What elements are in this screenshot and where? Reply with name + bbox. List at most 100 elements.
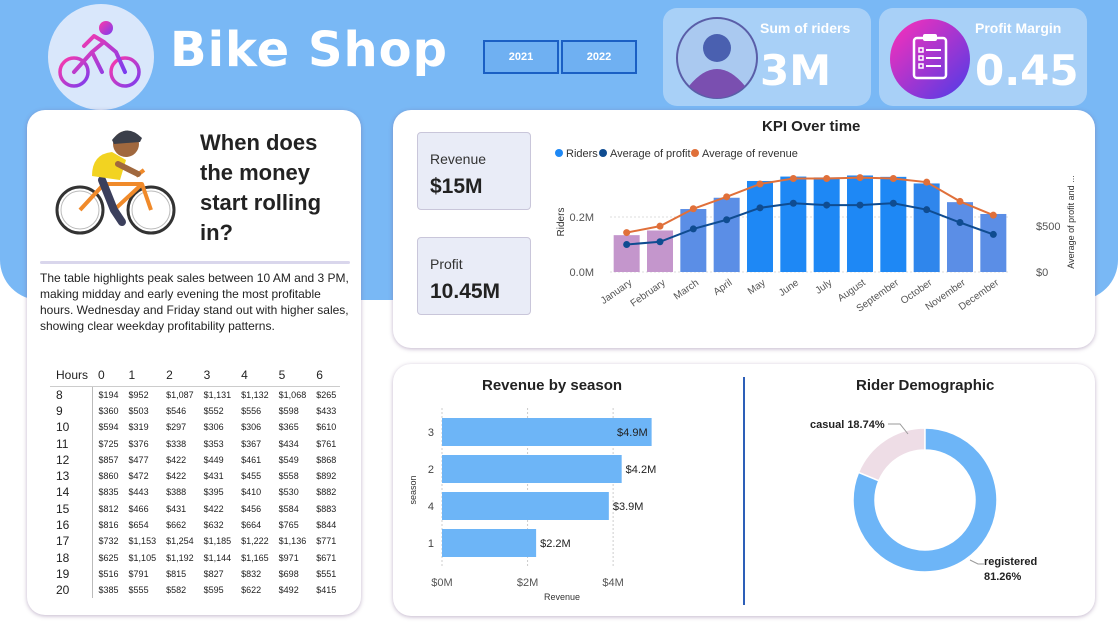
value-cell: $431 (203, 471, 224, 482)
hour-cell: 14 (56, 485, 70, 500)
value-cell: $376 (128, 438, 149, 449)
value-cell: $610 (316, 422, 337, 433)
value-cell: $844 (316, 520, 337, 531)
data-label: $2.2M (540, 538, 571, 550)
table-row: 16 $816 $654 $662 $632 $664 $765 $844 (50, 516, 340, 534)
profit-point (689, 225, 697, 233)
value-cell: $582 (166, 585, 187, 596)
profit-point (756, 204, 764, 212)
y-axis-title: season (408, 475, 418, 504)
value-cell: $1,068 (278, 389, 307, 400)
x-tick-label: $0M (431, 577, 452, 589)
value-cell: $338 (166, 438, 187, 449)
x-tick-label: July (813, 277, 834, 296)
y2-tick-label: $500 (1036, 221, 1060, 233)
year-2021-button[interactable]: 2021 (483, 40, 559, 74)
revenue-stat-box: Revenue $15M (417, 132, 531, 210)
riders-bar (780, 176, 807, 272)
revenue-point (889, 175, 897, 182)
rider-demographic-chart: casual 18.74% registered 81.26% (810, 419, 1037, 583)
value-cell: $388 (166, 487, 187, 498)
value-cell: $555 (128, 585, 149, 596)
value-cell: $306 (203, 422, 224, 433)
value-cell: $725 (91, 435, 123, 452)
revenue-point (623, 229, 631, 237)
riders-bar (947, 202, 973, 272)
casual-label: casual 18.74% (810, 419, 885, 431)
value-cell: $732 (91, 533, 123, 550)
hours-question-heading: When does the money start rolling in? (200, 130, 322, 245)
season-chart-title: Revenue by season (482, 377, 623, 394)
value-cell: $461 (241, 454, 262, 465)
value-cell: $367 (241, 438, 262, 449)
value-cell: $360 (91, 402, 123, 420)
table-corner-header: Hours (50, 368, 93, 387)
value-cell: $477 (128, 454, 149, 465)
profit-point (823, 201, 831, 209)
cyclist-illustration-icon (55, 130, 176, 235)
value-cell: $883 (316, 503, 337, 514)
y2-axis-title: Average of profit and ... (1066, 175, 1076, 268)
table-row: 11 $725 $376 $338 $353 $367 $434 $761 (50, 435, 340, 452)
profit-point (623, 241, 631, 248)
value-cell: $297 (166, 422, 187, 433)
value-cell: $584 (278, 503, 299, 514)
value-cell: $815 (166, 568, 187, 579)
table-row: 9 $360 $503 $546 $552 $556 $598 $433 (50, 402, 340, 420)
column-header: 5 (272, 368, 311, 387)
value-cell: $892 (316, 471, 337, 482)
profit-point (989, 230, 997, 238)
x-tick-label: $2M (517, 577, 538, 589)
value-cell: $1,192 (166, 552, 194, 563)
riders-bar (880, 176, 907, 272)
value-cell: $456 (241, 503, 262, 514)
revenue-point (656, 222, 664, 230)
value-cell: $516 (91, 565, 123, 583)
profit-margin-label: Profit Margin (975, 20, 1062, 36)
value-cell: $466 (128, 503, 149, 514)
revenue-stat-label: Revenue (430, 151, 487, 167)
value-cell: $422 (166, 471, 187, 482)
value-cell: $1,185 (203, 536, 232, 547)
demographic-chart-title: Rider Demographic (856, 377, 995, 394)
hour-cell: 12 (56, 452, 70, 467)
hour-cell: 20 (56, 583, 70, 598)
value-cell: $952 (128, 389, 149, 400)
legend-label: Average of revenue (702, 148, 798, 160)
value-cell: $1,131 (203, 389, 232, 400)
hour-cell: 16 (56, 518, 70, 533)
data-label: $4.2M (626, 464, 657, 476)
column-header: 1 (122, 368, 161, 387)
profit-point (856, 201, 864, 209)
x-tick-label: May (746, 277, 768, 297)
value-cell: $415 (316, 585, 337, 596)
value-cell: $827 (203, 568, 224, 579)
table-row: 14 $835 $443 $388 $395 $410 $530 $882 (50, 484, 340, 501)
value-cell: $552 (203, 405, 224, 416)
registered-value: 81.26% (984, 571, 1022, 583)
value-cell: $472 (128, 471, 149, 482)
profit-point (889, 199, 897, 207)
table-header-row: Hours 0 1 2 3 4 5 6 (50, 368, 341, 387)
value-cell: $492 (278, 585, 299, 596)
value-cell: $455 (241, 471, 262, 482)
season-bar (442, 455, 622, 483)
y-tick-label: 1 (428, 538, 434, 550)
value-cell: $791 (128, 568, 149, 579)
profit-margin-value: 0.45 (975, 46, 1079, 95)
season-bar (442, 529, 537, 557)
value-cell: $1,132 (241, 389, 269, 400)
data-label: $4.9M (617, 427, 648, 439)
hour-cell: 9 (56, 403, 63, 418)
value-cell: $422 (203, 503, 224, 514)
value-cell: $1,136 (278, 536, 307, 547)
value-cell: $632 (203, 520, 224, 531)
value-cell: $530 (278, 487, 299, 498)
hour-cell: 10 (56, 420, 70, 435)
revenue-point (789, 175, 797, 182)
value-cell: $594 (91, 419, 123, 436)
year-2022-button[interactable]: 2022 (561, 40, 637, 74)
value-cell: $306 (241, 422, 262, 433)
revenue-point (856, 174, 864, 182)
hour-cell: 15 (56, 501, 70, 516)
